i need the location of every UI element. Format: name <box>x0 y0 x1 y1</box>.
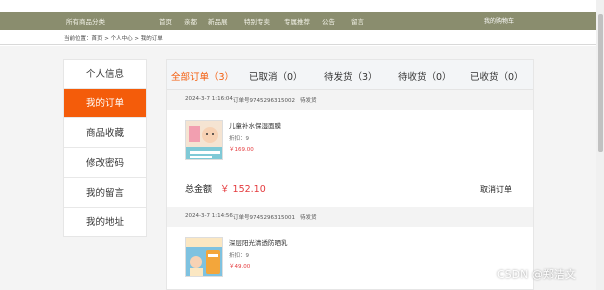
sidebar-item-change-password[interactable]: 修改密码 <box>64 149 146 178</box>
product-image[interactable] <box>185 120 223 160</box>
my-cart-link[interactable]: 我的购物车 <box>484 16 514 25</box>
total-amount-label: 总金额 <box>185 185 213 195</box>
order-date: 2024-3-7 1:14:56 <box>185 213 233 219</box>
nav-item-home[interactable]: 首页 <box>159 16 172 26</box>
tab-received[interactable]: 已收货（0） <box>470 69 524 83</box>
nav-item-5[interactable]: 专属推荐 <box>284 16 310 26</box>
sidebar-item-addresses[interactable]: 我的地址 <box>64 208 146 237</box>
order-status: 待发货 <box>300 215 317 221</box>
breadcrumb-bar: 当前位置：首页 > 个人中心 > 我的订单 <box>0 30 596 45</box>
watermark: CSDN @郑洁文 <box>497 268 576 281</box>
nav-item-2[interactable]: 亲都 <box>184 16 197 26</box>
product-image[interactable] <box>185 237 223 277</box>
nav-item-4[interactable]: 特别专卖 <box>244 16 270 26</box>
order-panel: 全部订单（3） 已取消（0） 待发货（3） 待收货（0） 已收货（0） 2024… <box>166 59 534 290</box>
total-amount-value: ￥ 152.10 <box>220 184 266 195</box>
product-thumbnail <box>186 238 222 276</box>
sidebar-item-orders[interactable]: 我的订单 <box>64 89 146 118</box>
product-discount: 折扣：9 <box>229 136 249 142</box>
tab-all-orders[interactable]: 全部订单（3） <box>171 69 234 83</box>
order-number: 订单号9745296315002 <box>233 98 295 104</box>
order-status: 待发货 <box>300 98 317 104</box>
product-name[interactable]: 儿童补水保湿面膜 <box>229 120 281 130</box>
order-header: 2024-3-7 1:16:04 订单号9745296315002 待发货 <box>167 90 533 110</box>
order-date: 2024-3-7 1:16:04 <box>185 96 233 102</box>
nav-item-notice[interactable]: 公告 <box>322 16 335 26</box>
scrollbar-thumb[interactable] <box>598 14 603 152</box>
nav-item-3[interactable]: 新品展 <box>208 16 228 26</box>
order-header: 2024-3-7 1:14:56 订单号9745296315001 待发货 <box>167 207 533 227</box>
sidebar-item-profile[interactable]: 个人信息 <box>64 60 146 89</box>
tab-cancelled[interactable]: 已取消（0） <box>249 69 303 83</box>
main-nav-bar: 所有商品分类 首页 亲都 新品展 特别专卖 专属推荐 公告 留言 我的购物车 <box>0 12 596 30</box>
breadcrumb: 当前位置：首页 > 个人中心 > 我的订单 <box>64 36 163 42</box>
product-price: ￥49.00 <box>229 264 251 270</box>
tab-pending-shipment[interactable]: 待发货（3） <box>324 69 378 83</box>
product-discount: 折扣：9 <box>229 253 249 259</box>
product-price: ￥169.00 <box>229 147 254 153</box>
order-number: 订单号9745296315001 <box>233 215 295 221</box>
sidebar-item-messages[interactable]: 我的留言 <box>64 179 146 208</box>
cancel-order-button[interactable]: 取消订单 <box>480 184 512 195</box>
nav-item-message[interactable]: 留言 <box>351 16 364 26</box>
all-categories-link[interactable]: 所有商品分类 <box>66 16 105 26</box>
tab-pending-receipt[interactable]: 待收货（0） <box>398 69 452 83</box>
order-tabs: 全部订单（3） 已取消（0） 待发货（3） 待收货（0） 已收货（0） <box>167 60 533 90</box>
sidebar-item-favorites[interactable]: 商品收藏 <box>64 119 146 148</box>
product-thumbnail <box>186 121 222 159</box>
top-strip <box>0 0 596 12</box>
sidebar: 个人信息 我的订单 商品收藏 修改密码 我的留言 我的地址 <box>63 59 147 237</box>
product-name[interactable]: 深层阳光清透防晒乳 <box>229 237 288 247</box>
